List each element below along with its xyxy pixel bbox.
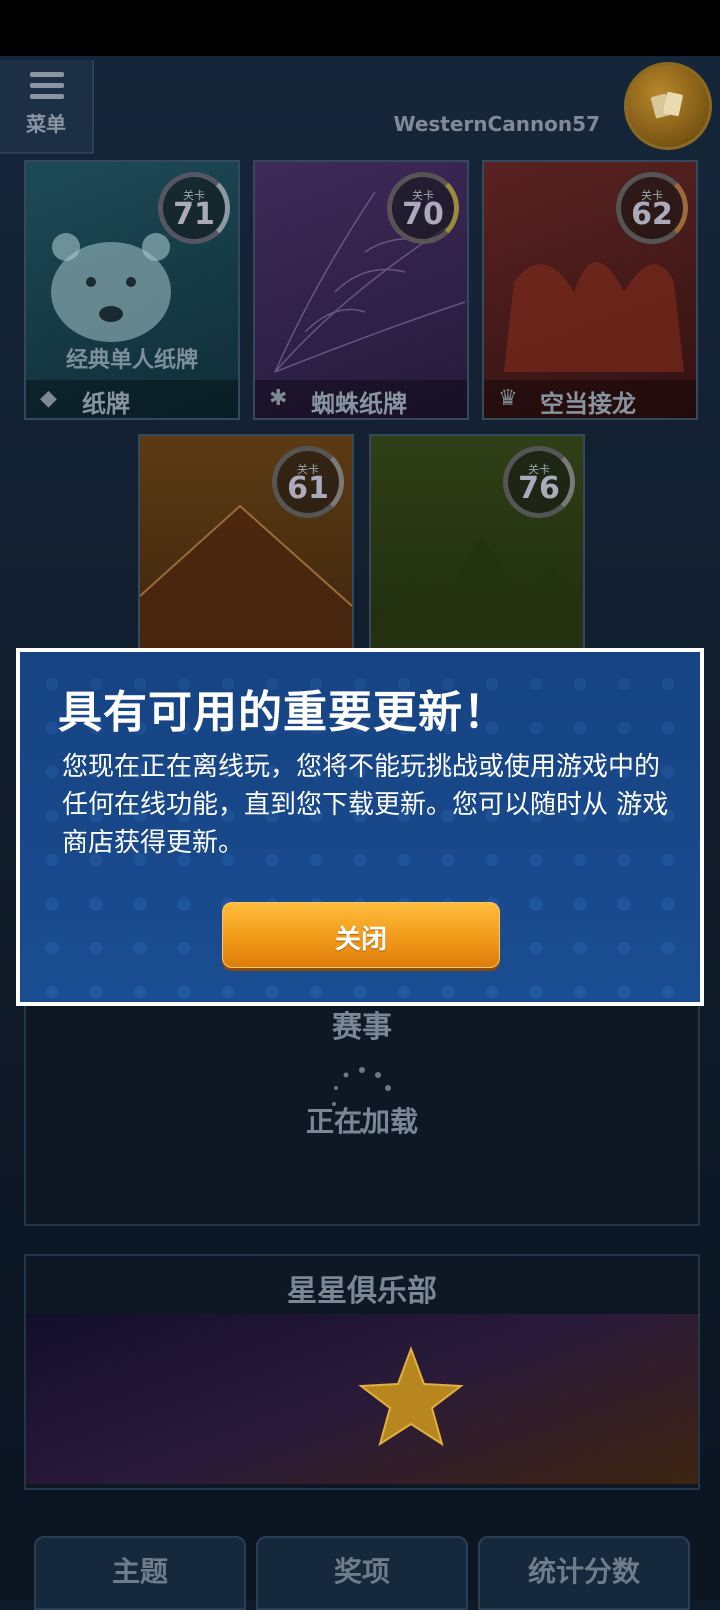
events-title: 赛事 xyxy=(332,1010,392,1045)
level-number: 71 xyxy=(173,197,215,232)
tab-awards[interactable]: 奖项 xyxy=(256,1536,468,1610)
level-number: 70 xyxy=(402,197,444,232)
loading-text: 正在加载 xyxy=(305,1105,418,1138)
level-number: 62 xyxy=(631,197,673,232)
hamburger-icon xyxy=(30,72,64,105)
game-tile-klondike[interactable]: 关卡 71 经典单人纸牌 ◆ 纸牌 xyxy=(24,160,240,420)
game-tile-spider[interactable]: 关卡 70 ✱ 蜘蛛纸牌 xyxy=(253,160,469,420)
update-dialog: 具有可用的重要更新！ 您现在正在离线玩，您将不能玩挑战或使用游戏中的任何在线功能… xyxy=(16,648,704,1006)
tab-statistics[interactable]: 统计分数 xyxy=(478,1536,690,1610)
cards-icon xyxy=(650,91,683,119)
level-badge: 关卡 61 xyxy=(272,446,344,518)
level-badge: 关卡 71 xyxy=(158,172,230,244)
dialog-message: 您现在正在离线玩，您将不能玩挑战或使用游戏中的任何在线功能，直到您下载更新。您可… xyxy=(62,752,669,858)
game-name-bar: ♛ 空当接龙 xyxy=(484,380,696,418)
crown-icon xyxy=(504,262,684,372)
star-club-banner xyxy=(26,1314,698,1484)
game-tile-freecell[interactable]: 关卡 62 ♛ 空当接龙 xyxy=(482,160,698,420)
spider-web-small-icon: ✱ xyxy=(269,386,288,411)
star-club-section[interactable]: 星星俱乐部 xyxy=(24,1254,700,1490)
level-number: 61 xyxy=(287,471,329,506)
tab-themes-label: 主题 xyxy=(111,1555,168,1588)
star-club-title: 星星俱乐部 xyxy=(287,1274,437,1309)
tab-awards-label: 奖项 xyxy=(333,1555,390,1588)
polar-bear-small-icon: ◆ xyxy=(40,386,57,411)
close-button-label: 关闭 xyxy=(334,925,387,955)
dialog-title: 具有可用的重要更新！ xyxy=(58,687,508,738)
crown-small-icon: ♛ xyxy=(498,386,518,411)
username: WesternCannon57 xyxy=(393,112,600,136)
level-number: 76 xyxy=(518,471,560,506)
level-badge: 关卡 70 xyxy=(387,172,459,244)
close-button[interactable]: 关闭 xyxy=(222,902,500,968)
game-name: 空当接龙 xyxy=(540,390,636,418)
polar-bear-icon xyxy=(51,233,171,342)
tab-themes[interactable]: 主题 xyxy=(34,1536,246,1610)
game-name-bar: ✱ 蜘蛛纸牌 xyxy=(255,380,467,418)
level-badge: 关卡 76 xyxy=(503,446,575,518)
game-name: 纸牌 xyxy=(82,390,130,418)
tab-statistics-label: 统计分数 xyxy=(527,1555,640,1588)
game-name-bar: ◆ 纸牌 xyxy=(26,380,238,418)
level-badge: 关卡 62 xyxy=(616,172,688,244)
star-icon xyxy=(358,1346,464,1447)
game-name: 蜘蛛纸牌 xyxy=(311,390,407,418)
menu-button[interactable]: 菜单 xyxy=(0,60,94,154)
cards-coin-button[interactable] xyxy=(624,62,712,150)
status-bar xyxy=(0,0,720,56)
game-subtitle: 经典单人纸牌 xyxy=(65,348,198,373)
events-section[interactable]: 赛事 正在加载 xyxy=(24,990,700,1226)
menu-label: 菜单 xyxy=(26,112,66,136)
